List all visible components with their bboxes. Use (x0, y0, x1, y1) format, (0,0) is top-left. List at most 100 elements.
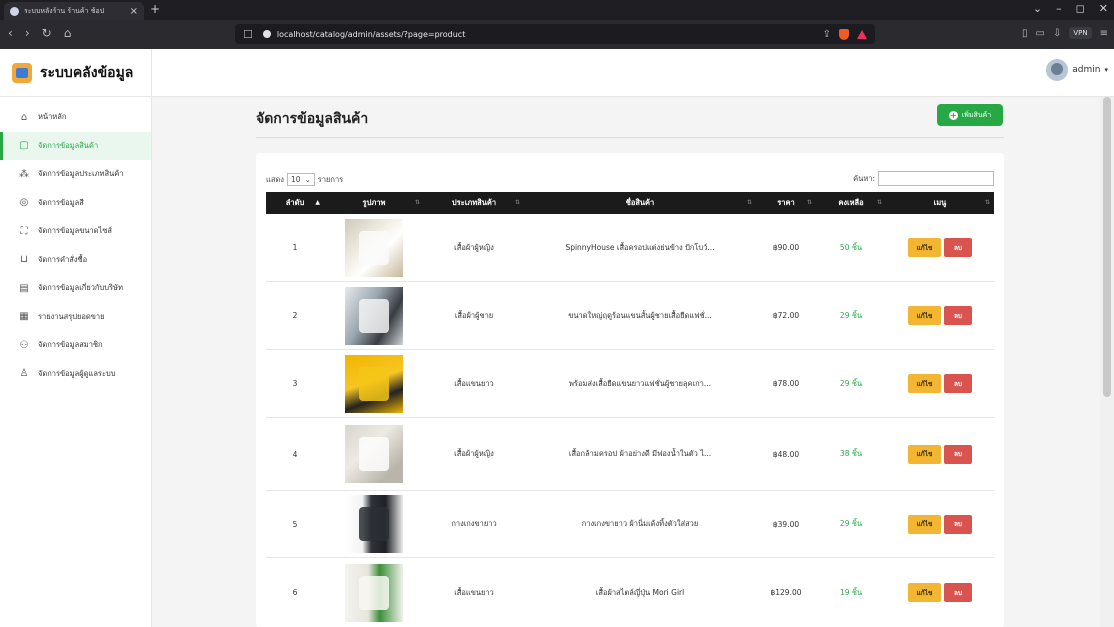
maximize-icon[interactable]: ◻ (1076, 2, 1085, 15)
product-price: ฿78.00 (772, 379, 800, 388)
product-name: พร้อมส่งเสื้อยืดแขนยาวแฟชั่นผู้ชายลุคเกา… (568, 378, 711, 388)
page-length-select[interactable]: 10 ⌄ (286, 173, 315, 186)
url-field[interactable]: ☐ localhost/catalog/admin/assets/?page=p… (235, 24, 875, 44)
sidebar-item-label: รายงานสรุปยอดขาย (38, 311, 105, 321)
edit-button[interactable]: แก้ไข (908, 444, 941, 464)
wallet-icon[interactable]: ▭ (1036, 28, 1045, 39)
forward-icon[interactable]: › (25, 26, 30, 40)
sidebar-item-members[interactable]: ⚇ จัดการข้อมูลสมาชิก (0, 331, 151, 360)
delete-button[interactable]: ลบ (944, 238, 972, 257)
menu-icon[interactable]: ≡ (1100, 28, 1108, 39)
browser-tab[interactable]: ระบบหลังร้าน ร้านค้า ช้อป × (4, 2, 144, 20)
cell-no: 2 (266, 282, 324, 349)
search-input[interactable] (878, 171, 994, 186)
brave-rewards-icon[interactable] (857, 29, 867, 39)
close-window-icon[interactable]: ✕ (1099, 2, 1108, 15)
product-stock: 19 ชิ้น (839, 587, 863, 597)
col-header-category[interactable]: ประเภทสินค้า ⇅ (424, 192, 524, 214)
cell-no: 4 (266, 418, 324, 490)
cell-image (324, 214, 424, 281)
sidebar-item-categories[interactable]: ⁂ จัดการข้อมูลประเภทสินค้า (0, 160, 151, 189)
product-name: ขนาดใหญ่ฤดูร้อนแขนสั้นผู้ชายเสื้อยืดแฟชั… (568, 310, 712, 320)
cell-price: ฿129.00 (756, 558, 816, 627)
cell-image (324, 418, 424, 490)
category-icon: ⁂ (19, 168, 29, 180)
delete-button[interactable]: ลบ (944, 374, 972, 393)
header-label: ชื่อสินค้า (625, 198, 655, 207)
sort-icon: ⇅ (876, 199, 882, 206)
row-number: 5 (292, 519, 298, 529)
sidebar-item-label: จัดการข้อมูลสินค้า (38, 140, 99, 150)
sidebar-item-label: จัดการข้อมูลประเภทสินค้า (38, 169, 124, 179)
col-header-name[interactable]: ชื่อสินค้า ⇅ (524, 192, 756, 214)
delete-button[interactable]: ลบ (944, 514, 972, 534)
browser-tabbar: ระบบหลังร้าน ร้านค้า ช้อป × + ⌄ – ◻ ✕ (0, 0, 1114, 20)
back-icon[interactable]: ‹ (8, 26, 13, 40)
sidebar-item-products[interactable]: ▢ จัดการข้อมูลสินค้า (0, 131, 151, 160)
sort-asc-icon: ▲ (315, 199, 320, 206)
col-header-stock[interactable]: คงเหลือ ⇅ (816, 192, 886, 214)
tab-close-icon[interactable]: × (130, 6, 138, 17)
new-tab-button[interactable]: + (150, 2, 160, 16)
minimize-icon[interactable]: – (1056, 2, 1062, 15)
product-category: เสื้อผ้าผู้หญิง (454, 449, 494, 458)
cell-no: 6 (266, 558, 324, 627)
product-name: เสื้อกล้ามครอป ผ้าอย่างดี มีฟองน้ำในตัว … (568, 449, 712, 458)
delete-button[interactable]: ลบ (944, 306, 972, 325)
sidebar-item-orders[interactable]: ⊔ จัดการคำสั่งซื้อ (0, 246, 151, 275)
cell-stock: 19 ชิ้น (816, 558, 886, 627)
cell-price: ฿39.00 (756, 491, 816, 557)
downloads-icon[interactable]: ⇩ (1053, 28, 1061, 39)
product-stock: 38 ชิ้น (839, 449, 863, 458)
edit-button[interactable]: แก้ไข (908, 238, 941, 257)
product-category: กางเกงขายาว (451, 519, 497, 528)
header-label: คงเหลือ (838, 198, 864, 207)
sidebar-item-home[interactable]: ⌂ หน้าหลัก (0, 103, 151, 132)
url-text[interactable]: localhost/catalog/admin/assets/?page=pro… (277, 30, 823, 39)
product-thumbnail (345, 495, 403, 553)
cell-name: SpinnyHouse เสื้อครอปแต่งย่นข้าง ปักโบว์… (524, 214, 756, 281)
delete-button[interactable]: ลบ (944, 444, 972, 464)
user-menu[interactable]: admin ▾ (1046, 59, 1108, 81)
vpn-button[interactable]: VPN (1069, 27, 1092, 39)
site-info-icon[interactable] (262, 30, 271, 38)
row-number: 6 (292, 588, 298, 597)
tab-search-icon[interactable]: ⌄ (1033, 2, 1042, 15)
col-header-price[interactable]: ราคา ⇅ (756, 192, 816, 214)
share-icon[interactable]: ⇪ (823, 29, 831, 40)
sidebar-item-company[interactable]: ▤ จัดการข้อมูลเกี่ยวกับบริษัท (0, 274, 151, 303)
page-scrollbar[interactable] (1100, 97, 1114, 627)
col-header-image[interactable]: รูปภาพ ⇅ (324, 192, 424, 214)
scrollbar-thumb[interactable] (1103, 97, 1111, 397)
length-suffix: รายการ (317, 174, 344, 184)
plus-circle-icon: + (948, 110, 958, 120)
brave-shields-icon[interactable] (839, 28, 849, 40)
add-product-button[interactable]: + เพิ่มสินค้า (937, 104, 1003, 126)
address-bar: ‹ › ↻ ⌂ ☐ localhost/catalog/admin/assets… (0, 20, 1114, 49)
sidebar-item-colors[interactable]: ◎ จัดการข้อมูลสี (0, 189, 151, 218)
edit-button[interactable]: แก้ไข (908, 583, 941, 602)
edit-button[interactable]: แก้ไข (908, 306, 941, 325)
col-header-no[interactable]: ลำดับ ▲ (266, 192, 324, 214)
sidebar-toggle-icon[interactable]: ▯ (1022, 28, 1028, 39)
sidebar-item-sizes[interactable]: ⛶ จัดการข้อมูลขนาดไซส์ (0, 217, 151, 246)
reload-icon[interactable]: ↻ (42, 26, 52, 40)
sidebar-item-label: จัดการข้อมูลสี (38, 197, 84, 207)
home-nav-icon[interactable]: ⌂ (64, 26, 72, 40)
header-label: ราคา (777, 198, 795, 207)
length-prefix: แสดง (266, 174, 284, 184)
sort-icon: ⇅ (806, 199, 812, 206)
edit-button[interactable]: แก้ไข (908, 374, 941, 393)
edit-button[interactable]: แก้ไข (908, 514, 941, 534)
col-header-menu[interactable]: เมนู ⇅ (886, 192, 994, 214)
table-search: ค้นหา: (853, 171, 994, 186)
delete-button[interactable]: ลบ (944, 583, 972, 602)
top-navbar: admin ▾ (152, 49, 1114, 97)
brand[interactable]: ระบบคลังข้อมูล (0, 49, 151, 97)
favicon-icon (10, 6, 19, 16)
sidebar-item-report[interactable]: ▦ รายงานสรุปยอดขาย (0, 303, 151, 332)
sidebar-item-admins[interactable]: ♙ จัดการข้อมูลผู้ดูแลระบบ (0, 360, 151, 389)
bookmark-icon[interactable]: ☐ (243, 28, 253, 41)
product-thumbnail (345, 286, 403, 345)
box-icon: ▢ (19, 140, 29, 152)
